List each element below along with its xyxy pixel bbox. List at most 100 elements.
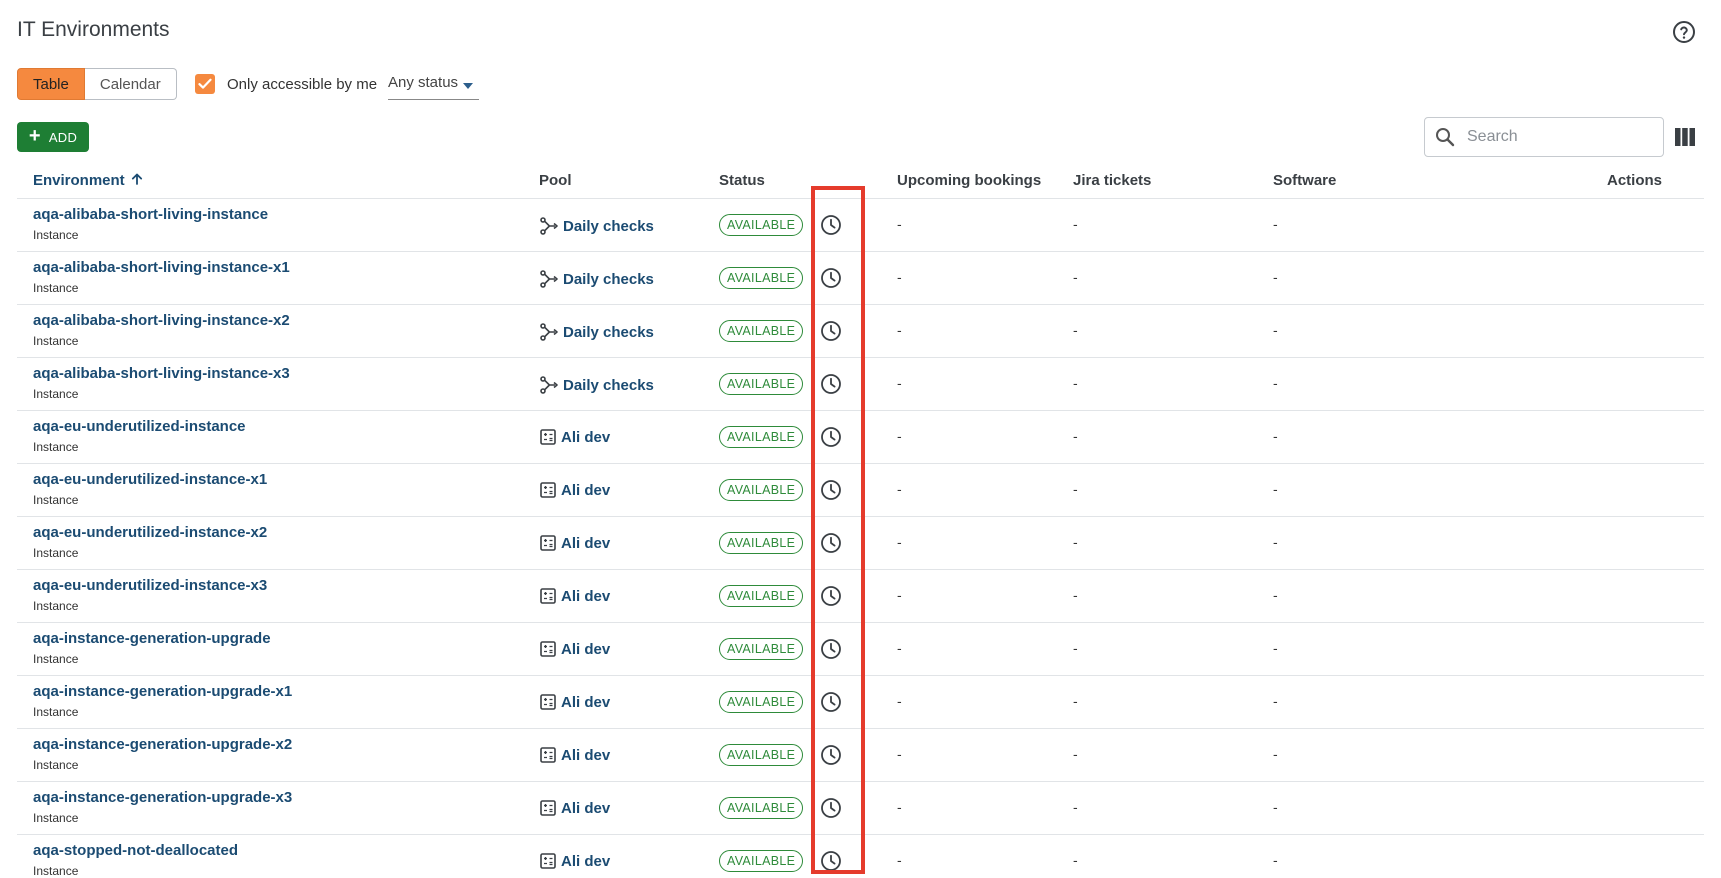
only-accessible-label: Only accessible by me xyxy=(227,75,378,93)
upcoming-bookings-value: - xyxy=(897,852,902,868)
clock-icon[interactable] xyxy=(820,585,842,607)
table-row: aqa-eu-underutilized-instance-x1 Instance… xyxy=(17,464,1704,517)
status-badge: AVAILABLE xyxy=(719,691,804,713)
environment-name-link[interactable]: aqa-alibaba-short-living-instance-x3 xyxy=(33,365,290,382)
environment-type: Instance xyxy=(33,758,79,772)
clock-icon[interactable] xyxy=(820,850,842,872)
clock-icon[interactable] xyxy=(820,320,842,342)
table-header: Environment Pool Status Upcoming booking… xyxy=(17,168,1704,199)
pool-link[interactable]: Ali dev xyxy=(539,481,610,499)
clock-icon[interactable] xyxy=(820,267,842,289)
pool-tree-icon xyxy=(540,323,558,341)
environment-name-link[interactable]: aqa-instance-generation-upgrade xyxy=(33,630,271,647)
column-header-upcoming-bookings[interactable]: Upcoming bookings xyxy=(897,172,1041,189)
environment-name-link[interactable]: aqa-alibaba-short-living-instance-x2 xyxy=(33,312,290,329)
pool-link[interactable]: Ali dev xyxy=(539,534,610,552)
only-accessible-checkbox[interactable] xyxy=(195,74,215,94)
environment-name-link[interactable]: aqa-instance-generation-upgrade-x1 xyxy=(33,683,292,700)
environment-name-link[interactable]: aqa-instance-generation-upgrade-x3 xyxy=(33,789,292,806)
column-header-jira-tickets[interactable]: Jira tickets xyxy=(1073,172,1151,189)
environment-name-link[interactable]: aqa-eu-underutilized-instance-x1 xyxy=(33,471,267,488)
environment-type: Instance xyxy=(33,281,79,295)
sort-ascending-icon xyxy=(131,173,142,185)
pool-link[interactable]: Ali dev xyxy=(539,428,610,446)
clock-icon[interactable] xyxy=(820,744,842,766)
column-header-status[interactable]: Status xyxy=(719,172,765,189)
column-header-software[interactable]: Software xyxy=(1273,172,1336,189)
tab-calendar[interactable]: Calendar xyxy=(84,68,177,100)
help-icon[interactable] xyxy=(1672,20,1696,44)
pool-link[interactable]: Daily checks xyxy=(539,322,654,342)
pool-link[interactable]: Ali dev xyxy=(539,640,610,658)
software-value: - xyxy=(1273,852,1278,868)
environment-type: Instance xyxy=(33,546,79,560)
column-header-environment-label: Environment xyxy=(33,172,125,189)
checkmark-icon xyxy=(198,78,212,89)
table-row: aqa-instance-generation-upgrade Instance A… xyxy=(17,623,1704,676)
environment-name-link[interactable]: aqa-alibaba-short-living-instance xyxy=(33,206,268,223)
search-input[interactable] xyxy=(1467,128,1657,146)
jira-tickets-value: - xyxy=(1073,534,1078,550)
pool-name: Ali dev xyxy=(561,799,611,817)
table-row: aqa-instance-generation-upgrade-x2 Instan… xyxy=(17,729,1704,782)
table-row: aqa-eu-underutilized-instance Instance Ali… xyxy=(17,411,1704,464)
pool-link[interactable]: Ali dev xyxy=(539,693,610,711)
environment-name-link[interactable]: aqa-alibaba-short-living-instance-x1 xyxy=(33,259,290,276)
column-header-environment[interactable]: Environment xyxy=(33,172,143,189)
pool-calculator-icon xyxy=(540,588,556,604)
column-header-pool[interactable]: Pool xyxy=(539,172,572,189)
table-row: aqa-instance-generation-upgrade-x1 Instan… xyxy=(17,676,1704,729)
view-toggle: Table Calendar xyxy=(17,68,177,100)
pool-name: Ali dev xyxy=(561,640,611,658)
clock-icon[interactable] xyxy=(820,797,842,819)
pool-link[interactable]: Ali dev xyxy=(539,746,610,764)
environment-type: Instance xyxy=(33,334,79,348)
table-row: aqa-alibaba-short-living-instance-x2 Inst… xyxy=(17,305,1704,358)
add-button[interactable]: + ADD xyxy=(17,122,89,152)
status-badge: AVAILABLE xyxy=(719,850,804,872)
upcoming-bookings-value: - xyxy=(897,481,902,497)
only-accessible-filter[interactable]: Only accessible by me xyxy=(195,74,377,94)
environment-type: Instance xyxy=(33,440,79,454)
clock-icon[interactable] xyxy=(820,426,842,448)
clock-icon[interactable] xyxy=(820,638,842,660)
clock-icon[interactable] xyxy=(820,479,842,501)
jira-tickets-value: - xyxy=(1073,375,1078,391)
status-filter-select[interactable]: Any status xyxy=(388,74,479,100)
upcoming-bookings-value: - xyxy=(897,534,902,550)
status-badge: AVAILABLE xyxy=(719,532,804,554)
add-button-label: ADD xyxy=(48,129,78,145)
environment-name-link[interactable]: aqa-stopped-not-deallocated xyxy=(33,842,238,859)
status-filter-value: Any status xyxy=(388,74,459,91)
pool-name: Ali dev xyxy=(561,693,611,711)
pool-link[interactable]: Ali dev xyxy=(539,587,610,605)
software-value: - xyxy=(1273,746,1278,762)
clock-icon[interactable] xyxy=(820,373,842,395)
column-header-actions: Actions xyxy=(1607,172,1663,189)
status-badge: AVAILABLE xyxy=(719,426,804,448)
upcoming-bookings-value: - xyxy=(897,587,902,603)
pool-link[interactable]: Ali dev xyxy=(539,799,610,817)
environment-name-link[interactable]: aqa-eu-underutilized-instance-x2 xyxy=(33,524,267,541)
pool-link[interactable]: Daily checks xyxy=(539,216,654,236)
pool-name: Ali dev xyxy=(561,746,611,764)
upcoming-bookings-value: - xyxy=(897,322,902,338)
columns-icon[interactable] xyxy=(1675,128,1695,146)
environment-name-link[interactable]: aqa-instance-generation-upgrade-x2 xyxy=(33,736,292,753)
environment-name-link[interactable]: aqa-eu-underutilized-instance xyxy=(33,418,246,435)
status-badge: AVAILABLE xyxy=(719,638,804,660)
table-row: aqa-stopped-not-deallocated Instance Ali d… xyxy=(17,835,1704,878)
chevron-down-icon xyxy=(463,83,473,89)
pool-calculator-icon xyxy=(540,853,556,869)
clock-icon[interactable] xyxy=(820,214,842,236)
clock-icon[interactable] xyxy=(820,691,842,713)
pool-name: Daily checks xyxy=(563,217,654,235)
environment-type: Instance xyxy=(33,228,79,242)
pool-link[interactable]: Daily checks xyxy=(539,269,654,289)
pool-link[interactable]: Ali dev xyxy=(539,852,610,870)
software-value: - xyxy=(1273,322,1278,338)
environment-name-link[interactable]: aqa-eu-underutilized-instance-x3 xyxy=(33,577,267,594)
clock-icon[interactable] xyxy=(820,532,842,554)
tab-table[interactable]: Table xyxy=(17,68,85,100)
pool-link[interactable]: Daily checks xyxy=(539,375,654,395)
